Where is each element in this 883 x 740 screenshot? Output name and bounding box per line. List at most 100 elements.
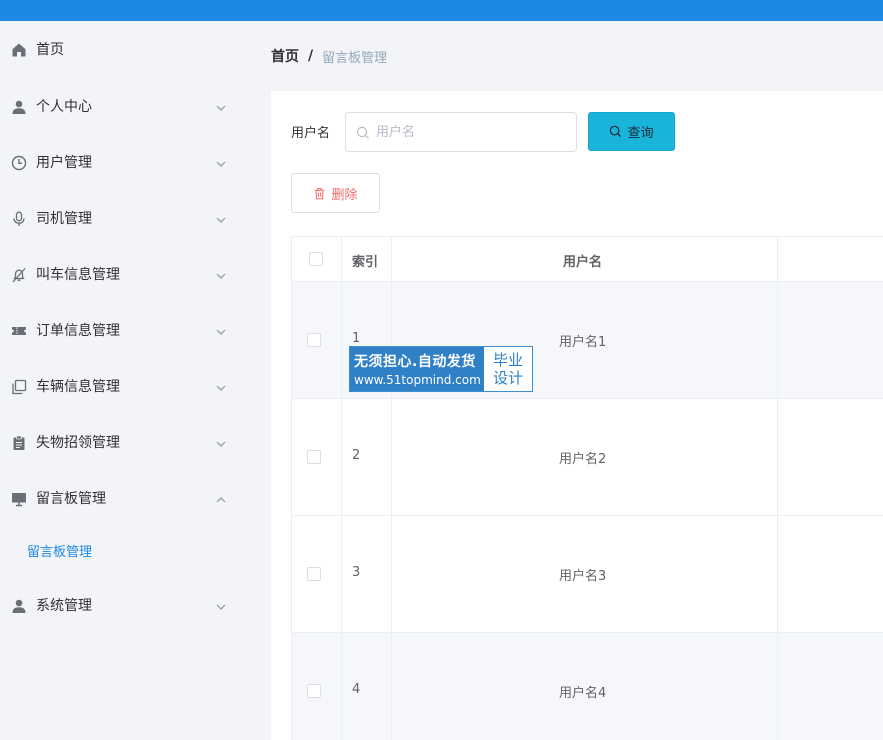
sidebar-item-orders[interactable]: 订单信息管理 [0,310,247,350]
index-cell: 4 [342,633,392,740]
ticket-icon [10,322,27,339]
search-input[interactable] [376,121,566,143]
chevron-down-icon [215,267,227,279]
row-username: 用户名2 [559,452,607,467]
bell-off-icon [10,266,27,283]
sidebar-item-vehicles[interactable]: 车辆信息管理 [0,366,247,406]
clipboard-icon [10,434,27,451]
watermark-text-1: 毕业 [492,351,523,369]
watermark-slogan: 无须担心.自动发货 [354,354,476,370]
chevron-up-icon [215,491,227,503]
username-cell: 用户名4 [392,633,778,740]
extra-cell [778,399,883,515]
chevron-down-icon [215,435,227,447]
sidebar-item-label: 首页 [36,42,64,58]
username-cell: 用户名3 [392,516,778,632]
column-header-username: 用户名 [563,255,603,270]
search-icon [356,125,370,139]
sidebar-item-label: 个人中心 [36,99,92,115]
watermark: 无须担心.自动发货 www.51topmind.com 毕业 设计 [349,346,533,392]
index-cell: 3 [342,516,392,632]
sidebar-item-label: 系统管理 [36,598,92,614]
row-username: 用户名4 [559,686,607,701]
sidebar-item-label: 司机管理 [36,211,92,227]
watermark-text-2: 设计 [492,369,523,387]
sidebar-item-ride-requests[interactable]: 叫车信息管理 [0,254,247,294]
sidebar-item-home[interactable]: 首页 [0,29,247,69]
row-index: 2 [352,448,361,463]
sidebar-item-drivers[interactable]: 司机管理 [0,198,247,238]
sidebar-item-label: 失物招领管理 [36,435,120,451]
sidebar-item-label: 叫车信息管理 [36,267,120,283]
home-icon [10,41,27,58]
sidebar-item-message-board[interactable]: 留言板管理 [0,478,247,518]
row-index: 4 [352,682,361,697]
select-cell [292,633,342,740]
query-button[interactable]: 查询 [588,112,675,151]
chevron-down-icon [215,99,227,111]
chevron-down-icon [215,379,227,391]
username-cell: 用户名2 [392,399,778,515]
chevron-down-icon [215,598,227,610]
sidebar-item-label: 用户管理 [36,155,92,171]
row-username: 用户名1 [559,335,607,350]
row-username: 用户名3 [559,569,607,584]
table-row[interactable]: 2 用户名2 [292,399,883,516]
main-content: 用户名 查询 删除 索引 用户名 1 用户名1 [271,91,883,740]
user-icon [10,98,27,115]
select-cell [292,282,342,398]
sidebar: 首页 个人中心 用户管理 司机管理 叫车信息管理 订单信息管理 车辆信息管理 失… [0,21,247,740]
sidebar-item-system[interactable]: 系统管理 [0,585,247,625]
sidebar-item-label: 留言板管理 [36,491,106,507]
chevron-down-icon [215,211,227,223]
chevron-down-icon [215,323,227,335]
sidebar-item-users[interactable]: 用户管理 [0,142,247,182]
search-icon [610,125,622,138]
sidebar-item-label: 车辆信息管理 [36,379,120,395]
row-index: 1 [352,331,361,346]
query-button-label: 查询 [627,126,654,141]
breadcrumb-current: 留言板管理 [322,50,388,66]
table-header: 索引 用户名 [292,237,883,282]
row-index: 3 [352,565,361,580]
watermark-url: www.51topmind.com [354,373,481,387]
header-cell-username: 用户名 [392,237,778,281]
sidebar-subitem-label: 留言板管理 [27,545,93,560]
search-box[interactable] [345,112,577,152]
header-select-cell [292,237,342,281]
chevron-down-icon [215,155,227,167]
delete-button-label: 删除 [331,187,358,203]
row-checkbox[interactable] [307,567,321,581]
row-checkbox[interactable] [307,333,321,347]
watermark-left: 无须担心.自动发货 www.51topmind.com [350,347,484,391]
sidebar-item-lost-found[interactable]: 失物招领管理 [0,422,247,462]
breadcrumb-home[interactable]: 首页 [271,46,299,66]
select-cell [292,399,342,515]
select-all-checkbox[interactable] [309,252,323,266]
delete-button[interactable]: 删除 [291,173,380,213]
row-checkbox[interactable] [307,450,321,464]
extra-cell [778,282,883,398]
sidebar-subitem-message-board[interactable]: 留言板管理 [0,530,247,570]
monitor-icon [10,490,27,507]
table-row[interactable]: 3 用户名3 [292,516,883,633]
header-cell-index: 索引 [342,237,392,281]
clock-icon [10,154,27,171]
microphone-icon [10,210,27,227]
search-label: 用户名 [291,126,331,141]
copy-icon [10,378,27,395]
sidebar-item-label: 订单信息管理 [36,323,120,339]
index-cell: 2 [342,399,392,515]
breadcrumb-separator: / [308,48,314,64]
row-checkbox[interactable] [307,684,321,698]
table-row[interactable]: 4 用户名4 [292,633,883,740]
sidebar-item-profile[interactable]: 个人中心 [0,86,247,126]
data-table: 索引 用户名 1 用户名1 2 用户名2 3 用户名3 4 用户名4 [291,236,883,740]
header-cell-extra [778,237,883,281]
top-bar [0,0,883,21]
user-icon [10,597,27,614]
breadcrumb: 首页 / 留言板管理 [271,46,387,66]
watermark-right: 毕业 设计 [484,347,532,391]
column-header-index: 索引 [352,255,379,270]
extra-cell [778,633,883,740]
